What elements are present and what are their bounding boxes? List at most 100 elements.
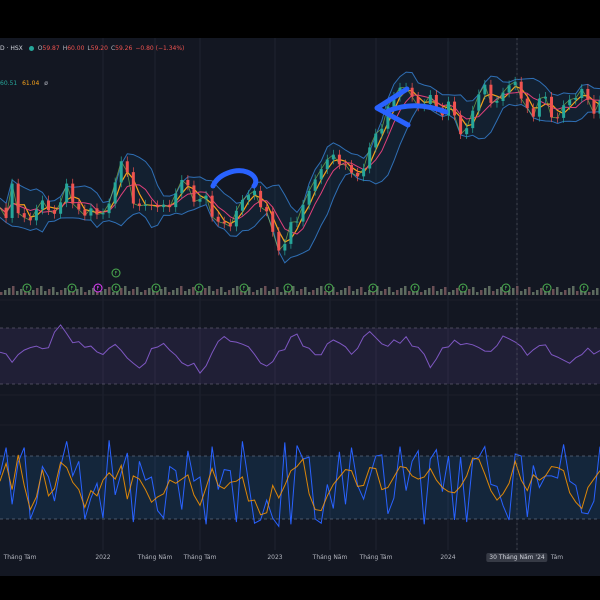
x-tick-label: Tháng Năm [137, 554, 173, 561]
candle-body [307, 190, 311, 205]
dividend-marker-label: F [546, 286, 549, 292]
candle-body [34, 209, 38, 221]
volume-bar [164, 287, 167, 295]
dividend-marker-label: F [414, 286, 417, 292]
candle-body [107, 203, 111, 214]
volume-bar [224, 292, 227, 295]
volume-bar [324, 291, 327, 295]
volume-bar [592, 290, 595, 295]
candle-body [410, 87, 414, 97]
volume-bar [568, 288, 571, 295]
candle-body [489, 84, 493, 103]
volume-bar [12, 286, 15, 295]
candle-body [156, 205, 160, 208]
volume-bar [356, 289, 359, 295]
volume-bar [436, 291, 439, 295]
volume-bar [0, 292, 3, 295]
candle-body [337, 154, 341, 165]
volume-bar [60, 290, 63, 295]
candle-body [192, 185, 196, 202]
volume-bar [32, 290, 35, 295]
market-status-icon [28, 45, 34, 51]
candle-body [483, 84, 487, 95]
volume-bar [304, 287, 307, 295]
candle-body [131, 172, 135, 204]
candle-body [537, 98, 541, 117]
volume-bar [476, 292, 479, 295]
volume-bar [64, 288, 67, 295]
volume-bar [84, 292, 87, 295]
candle-body [543, 96, 547, 99]
candle-body [168, 204, 172, 208]
volume-bar [552, 289, 555, 295]
candle-body [150, 204, 154, 206]
volume-bar [256, 290, 259, 295]
volume-bar [208, 286, 211, 295]
crosshair-date-label: 30 Tháng Năm '24 [486, 553, 548, 562]
volume-bar [420, 292, 423, 295]
volume-bar [316, 288, 319, 295]
candle-body [174, 193, 178, 208]
volume-bar [468, 289, 471, 295]
candle-body [495, 101, 499, 103]
candle-body [40, 200, 44, 210]
candle-body [477, 94, 481, 111]
volume-bar [16, 291, 19, 295]
candle-body [289, 222, 293, 244]
volume-bar [276, 287, 279, 295]
candle-body [471, 110, 475, 129]
volume-bar [176, 288, 179, 295]
dividend-marker-label: F [243, 286, 246, 292]
candle-body [46, 200, 50, 211]
volume-bar [132, 289, 135, 295]
candle-body [295, 221, 299, 223]
screenshot: F F F F F F F F F F F F F F F F D · HSX O 59.87 H 60.00… [0, 0, 600, 600]
candle-body [119, 161, 123, 183]
volume-bar [36, 288, 39, 295]
volume-bar [168, 292, 171, 295]
dividend-marker-label: F [97, 286, 100, 292]
volume-bar [488, 286, 491, 295]
candle-body [568, 99, 572, 106]
volume-bar [212, 291, 215, 295]
volume-bar [144, 290, 147, 295]
candle-body [198, 199, 202, 202]
symbol-name[interactable]: D · HSX [0, 45, 23, 52]
volume-bar [540, 288, 543, 295]
volume-bar [196, 292, 199, 295]
volume-bar [424, 290, 427, 295]
volume-bar [104, 289, 107, 295]
candle-body [101, 213, 105, 215]
candle-body [143, 204, 147, 206]
ma-value-1: 60.51 [0, 80, 18, 87]
candle-body [459, 115, 463, 135]
chart-canvas[interactable]: F F F F F F F F F F F F F F F F [0, 0, 600, 600]
volume-bar [192, 287, 195, 295]
candle-body [592, 99, 596, 114]
candle-body [234, 210, 238, 227]
x-tick-label: Tám [550, 554, 564, 561]
volume-bar [536, 290, 539, 295]
candle-body [580, 88, 584, 98]
visibility-icon[interactable]: ø [44, 80, 48, 87]
volume-bar [480, 290, 483, 295]
volume-bar [520, 291, 523, 295]
volume-bar [272, 289, 275, 295]
volume-bar [28, 292, 31, 295]
volume-bar [184, 291, 187, 295]
volume-bar [76, 289, 79, 295]
ma-value-2: 61.04 [22, 80, 40, 87]
candle-body [89, 208, 93, 216]
close-value: 59.26 [115, 44, 133, 52]
volume-bar [260, 288, 263, 295]
volume-bar [400, 288, 403, 295]
low-value: 59.20 [90, 44, 108, 52]
candle-body [222, 221, 226, 224]
candle-body [556, 117, 560, 119]
candle-body [162, 204, 166, 208]
dividend-marker-label: F [583, 286, 586, 292]
volume-bar [528, 287, 531, 295]
candle-body [53, 210, 57, 214]
volume-bar [396, 290, 399, 295]
volume-bar [264, 286, 267, 295]
